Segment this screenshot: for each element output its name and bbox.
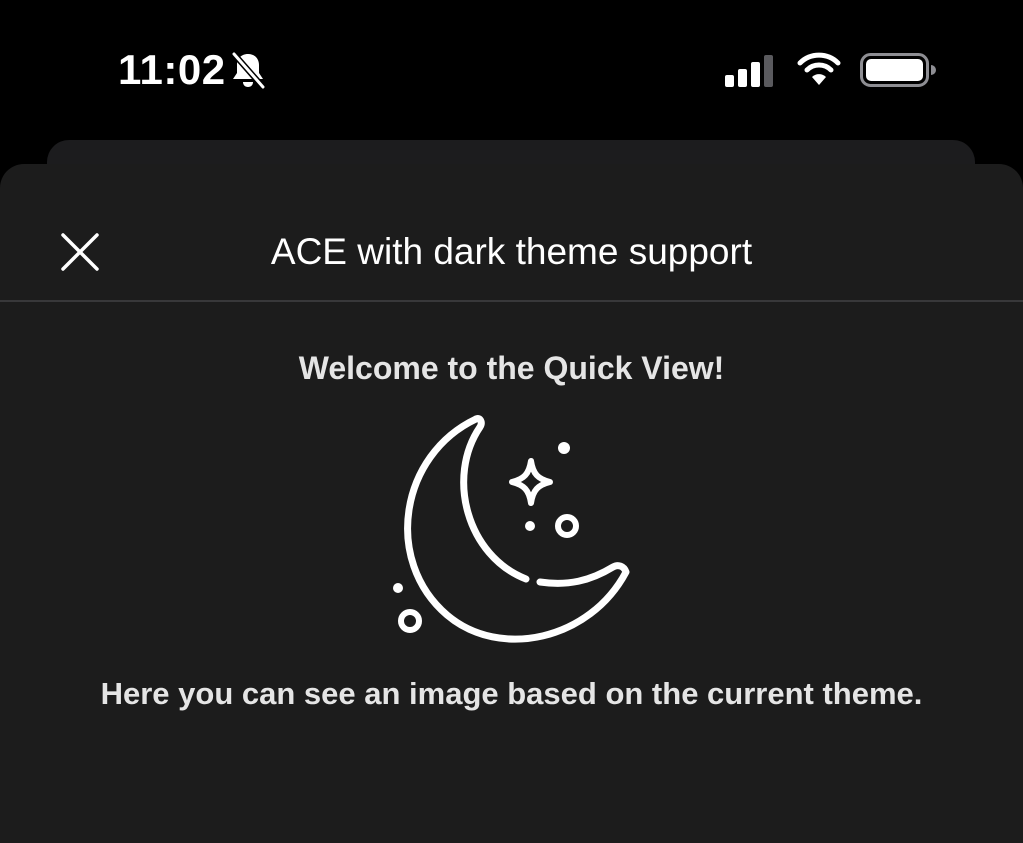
description-text: Here you can see an image based on the c… xyxy=(100,676,923,711)
bell-slash-icon xyxy=(231,51,266,90)
sheet-header: ACE with dark theme support xyxy=(0,164,1023,302)
status-time: 11:02 xyxy=(118,46,226,93)
status-bar: 11:02 xyxy=(0,0,1023,140)
cellular-signal-icon xyxy=(725,55,773,87)
screen: 11:02 ACE with dark theme support Welcom… xyxy=(0,0,1023,843)
sheet-title: ACE with dark theme support xyxy=(270,231,753,272)
quick-view-sheet: ACE with dark theme support Welcome to t… xyxy=(0,164,1023,843)
wifi-icon xyxy=(797,52,841,85)
battery-icon xyxy=(860,53,936,87)
welcome-heading: Welcome to the Quick View! xyxy=(298,350,725,386)
moon-stars-icon xyxy=(393,415,630,643)
